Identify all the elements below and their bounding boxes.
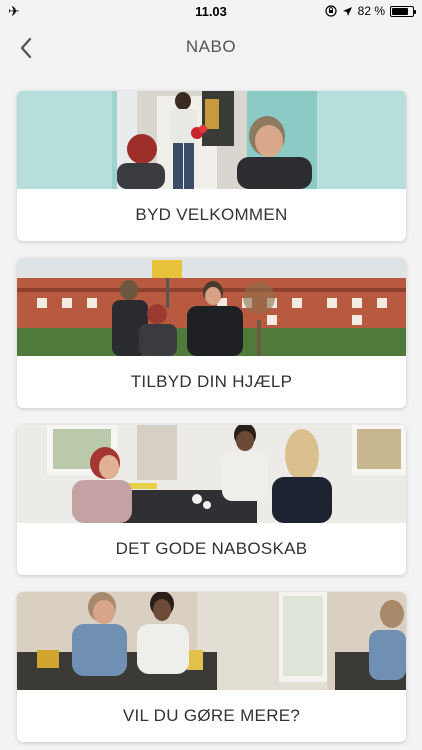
location-arrow-icon xyxy=(342,6,352,16)
battery-fill xyxy=(392,7,409,15)
status-bar: ✈ 11.03 82 % xyxy=(0,0,422,22)
battery-icon xyxy=(390,5,416,17)
card-det-gode-naboskab[interactable]: DET GODE NABOSKAB xyxy=(17,425,406,575)
card-label: TILBYD DIN HJÆLP xyxy=(130,372,293,391)
chevron-left-icon xyxy=(20,37,32,59)
orientation-lock-icon xyxy=(325,5,337,17)
card-label: BYD VELKOMMEN xyxy=(135,205,288,224)
card-image xyxy=(17,258,406,356)
card-tilbyd-din-hjaelp[interactable]: TILBYD DIN HJÆLP xyxy=(17,258,406,408)
card-byd-velkommen[interactable]: BYD VELKOMMEN xyxy=(17,91,406,241)
card-label: VIL DU GØRE MERE? xyxy=(122,706,301,725)
card-label: DET GODE NABOSKAB xyxy=(115,539,308,558)
battery-percent: 82 % xyxy=(357,4,385,18)
card-image xyxy=(17,91,406,189)
status-time: 11.03 xyxy=(195,3,227,19)
page-title: NABO xyxy=(185,37,237,56)
airplane-icon: ✈ xyxy=(8,3,20,19)
status-right: 82 % xyxy=(325,4,416,18)
back-button[interactable] xyxy=(12,34,40,62)
card-image xyxy=(17,425,406,523)
card-vil-du-gore-mere[interactable]: VIL DU GØRE MERE? xyxy=(17,592,406,742)
nav-bar: NABO xyxy=(0,22,422,72)
card-image xyxy=(17,592,406,690)
